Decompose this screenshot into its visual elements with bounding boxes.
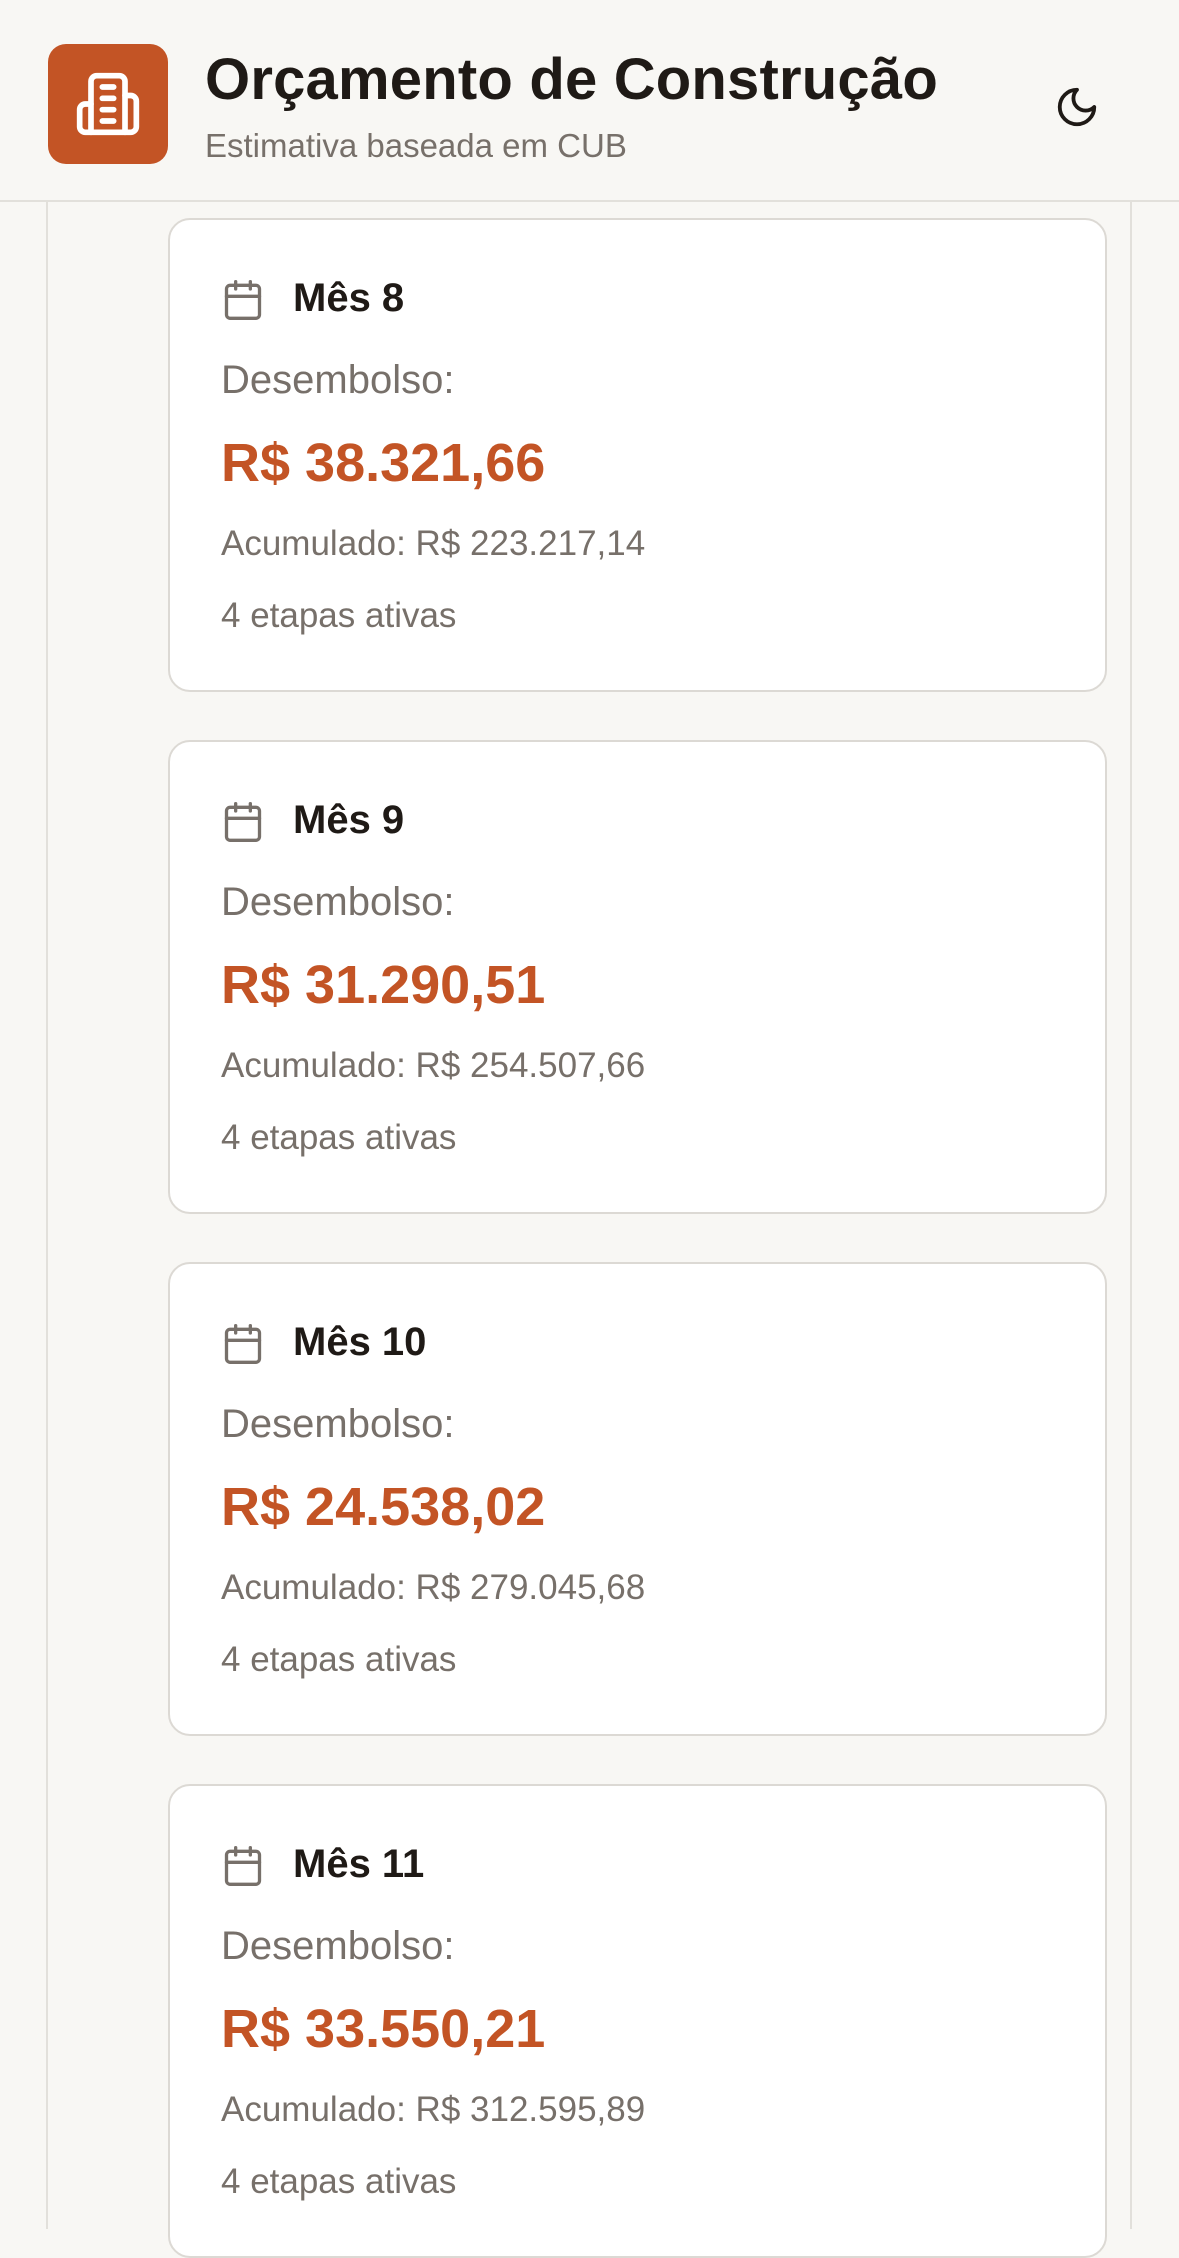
month-card: Mês 10 Desembolso: R$ 24.538,02 Acumulad… [168, 1262, 1107, 1736]
theme-toggle-button[interactable] [1040, 70, 1114, 144]
accumulated-value: Acumulado: R$ 254.507,66 [221, 1046, 646, 1085]
calendar-icon [224, 1324, 262, 1364]
disbursement-value: R$ 33.550,21 [221, 1999, 546, 2059]
disbursement-label: Desembolso: [221, 1402, 455, 1446]
month-label: Mês 9 [293, 798, 405, 842]
accumulated-value: Acumulado: R$ 312.595,89 [221, 2090, 646, 2129]
schedule-panel: Mês 8 Desembolso: R$ 38.321,66 Acumulado… [46, 202, 1132, 2258]
page-title: Orçamento de Construção [205, 47, 938, 112]
calendar-icon [224, 802, 262, 842]
month-card: Mês 11 Desembolso: R$ 33.550,21 Acumulad… [168, 1784, 1107, 2258]
active-stages: 4 etapas ativas [221, 596, 457, 635]
disbursement-value: R$ 38.321,66 [221, 433, 546, 493]
building-icon [76, 72, 140, 136]
month-label: Mês 8 [293, 276, 405, 320]
month-label: Mês 11 [293, 1842, 425, 1886]
calendar-icon [224, 280, 262, 320]
month-card: Mês 8 Desembolso: R$ 38.321,66 Acumulado… [168, 218, 1107, 692]
active-stages: 4 etapas ativas [221, 2162, 457, 2201]
moon-icon [1057, 87, 1097, 127]
app-logo [48, 44, 168, 164]
disbursement-label: Desembolso: [221, 1924, 455, 1968]
page-subtitle: Estimativa baseada em CUB [205, 127, 627, 164]
disbursement-label: Desembolso: [221, 880, 455, 924]
disbursement-value: R$ 24.538,02 [221, 1477, 546, 1537]
month-label: Mês 10 [293, 1320, 427, 1364]
app-header: Orçamento de Construção Estimativa basea… [0, 0, 1179, 202]
disbursement-label: Desembolso: [221, 358, 455, 402]
active-stages: 4 etapas ativas [221, 1118, 457, 1157]
calendar-icon [224, 1846, 262, 1886]
month-card: Mês 9 Desembolso: R$ 31.290,51 Acumulado… [168, 740, 1107, 1214]
active-stages: 4 etapas ativas [221, 1640, 457, 1679]
accumulated-value: Acumulado: R$ 223.217,14 [221, 524, 646, 563]
disbursement-value: R$ 31.290,51 [221, 955, 546, 1015]
accumulated-value: Acumulado: R$ 279.045,68 [221, 1568, 646, 1607]
